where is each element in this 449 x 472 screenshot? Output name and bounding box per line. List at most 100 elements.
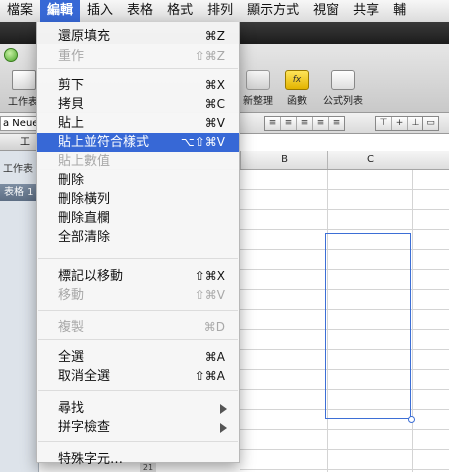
menu-item-label: 拼字檢查 <box>58 420 111 435</box>
menu-item-copy[interactable]: 拷貝 ⌘C <box>37 95 239 114</box>
menubar-item[interactable]: 視窗 <box>306 0 346 22</box>
vertical-alignment-buttons[interactable]: ⊤ + ⊥ <box>375 116 424 131</box>
sort-icon <box>246 70 270 90</box>
menu-item-move: 移動 ⇧⌘V <box>37 286 239 305</box>
menubar-item[interactable]: 輔 <box>386 0 413 22</box>
menu-item-shortcut: ⇧⌘X <box>194 269 225 283</box>
menu-item-paste-match-style[interactable]: 貼上並符合樣式 ⌥⇧⌘V <box>37 133 239 152</box>
selected-cell-range[interactable] <box>325 233 411 419</box>
menu-item-label: 刪除橫列 <box>58 192 111 207</box>
menu-item-label: 貼上 <box>58 116 85 131</box>
menu-item-label: 複製 <box>58 320 85 335</box>
menu-item-duplicate: 複製 ⌘D <box>37 318 239 337</box>
menu-bar: 檔案 編輯 插入 表格 格式 排列 顯示方式 視窗 共享輔 <box>0 0 449 23</box>
sidebar-sheet-item[interactable]: 工作表 <box>3 160 33 175</box>
submenu-arrow-icon <box>220 423 227 433</box>
menu-item-label: 標記以移動 <box>58 269 124 284</box>
align-left-icon[interactable]: ≡ <box>265 117 281 130</box>
column-header-c[interactable]: C <box>327 151 413 169</box>
menu-item-label: 尋找 <box>58 401 85 416</box>
wrap-text-button[interactable]: ▭ <box>422 116 439 131</box>
menu-separator <box>38 310 238 311</box>
menu-item-mark-for-move[interactable]: 標記以移動 ⇧⌘X <box>37 267 239 286</box>
align-auto-icon[interactable]: ≡ <box>329 117 344 130</box>
menu-item-shortcut: ⇧⌘A <box>194 369 225 383</box>
menubar-item[interactable]: 共享 <box>346 0 386 22</box>
menu-item-label: 全部清除 <box>58 230 111 245</box>
sheet-button-label[interactable]: 工作表 <box>8 93 38 108</box>
menu-item-shortcut: ⌥⇧⌘V <box>180 135 225 149</box>
menu-item-shortcut: ⌘V <box>204 116 225 130</box>
font-name-field[interactable]: a Neue <box>0 116 38 131</box>
menu-item-label: 特殊字元… <box>58 452 124 467</box>
alignment-buttons[interactable]: ≡ ≡ ≡ ≡ ≡ <box>264 116 345 131</box>
menu-item-shortcut: ⌘C <box>204 97 225 111</box>
menubar-item[interactable]: 檔案 <box>0 0 40 22</box>
menubar-item[interactable]: 插入 <box>80 0 120 22</box>
menu-item-shortcut: ⇧⌘V <box>194 288 225 302</box>
menu-item-delete-row[interactable]: 刪除橫列 <box>37 190 239 209</box>
menu-separator <box>38 68 238 69</box>
zoom-window-button[interactable] <box>4 48 18 62</box>
menu-item-label: 貼上數值 <box>58 154 111 169</box>
menu-item-label: 還原填充 <box>58 29 111 44</box>
menu-item-special-characters[interactable]: 特殊字元… <box>37 450 239 469</box>
menubar-item[interactable]: 顯示方式 <box>240 0 306 22</box>
fill-handle[interactable] <box>408 416 415 423</box>
column-header-b[interactable]: B <box>240 151 328 169</box>
menu-separator <box>38 258 238 259</box>
menu-item-shortcut: ⌘A <box>204 350 225 364</box>
menu-item-shortcut: ⌘Z <box>204 29 225 43</box>
align-right-icon[interactable]: ≡ <box>297 117 313 130</box>
menu-item-clear-all[interactable]: 全部清除 <box>37 228 239 247</box>
menu-item-label: 全選 <box>58 350 85 365</box>
function-button-label: 函數 <box>287 96 307 107</box>
submenu-arrow-icon <box>220 404 227 414</box>
menu-separator <box>38 390 238 391</box>
menu-item-label: 重作 <box>58 49 85 64</box>
menu-item-select-all[interactable]: 全選 ⌘A <box>37 348 239 367</box>
grid-column-line <box>412 170 413 472</box>
menu-item-redo: 重作 ⇧⌘Z <box>37 47 239 66</box>
menubar-item[interactable]: 編輯 <box>40 0 81 22</box>
formula-list-label: 公式列表 <box>323 96 363 107</box>
function-icon: fx <box>285 70 309 90</box>
menu-item-label: 取消全選 <box>58 369 111 384</box>
align-center-icon[interactable]: ≡ <box>281 117 297 130</box>
formula-list-icon <box>331 70 355 90</box>
menu-item-shortcut: ⌘D <box>203 320 225 334</box>
align-justify-icon[interactable]: ≡ <box>313 117 329 130</box>
menu-item-paste[interactable]: 貼上 ⌘V <box>37 114 239 133</box>
align-bottom-icon[interactable]: ⊥ <box>408 117 423 130</box>
menu-item-label: 拷貝 <box>58 97 85 112</box>
menu-item-label: 移動 <box>58 288 85 303</box>
menu-item-delete-column[interactable]: 刪除直欄 <box>37 209 239 228</box>
menu-item-undo-fill[interactable]: 還原填充 ⌘Z <box>37 27 239 46</box>
menu-item-cut[interactable]: 剪下 ⌘X <box>37 76 239 95</box>
menu-item-find[interactable]: 尋找 <box>37 399 239 418</box>
menu-item-spelling[interactable]: 拼字檢查 <box>37 418 239 437</box>
menu-separator <box>38 441 238 442</box>
menu-item-deselect-all[interactable]: 取消全選 ⇧⌘A <box>37 367 239 386</box>
menu-item-label: 剪下 <box>58 78 85 93</box>
menubar-item[interactable]: 排列 <box>200 0 240 22</box>
menu-item-label: 貼上並符合樣式 <box>58 135 150 150</box>
menu-item-shortcut: ⇧⌘Z <box>194 49 225 63</box>
add-sheet-icon[interactable] <box>12 70 36 90</box>
menu-item-shortcut: ⌘X <box>204 78 225 92</box>
menu-item-delete[interactable]: 刪除 <box>37 171 239 190</box>
formula-list-button[interactable]: 公式列表 <box>318 70 368 107</box>
menu-item-paste-values: 貼上數值 <box>37 152 239 171</box>
function-button[interactable]: fx 函數 <box>282 70 312 107</box>
wrap-text-icon[interactable]: ▭ <box>423 117 438 130</box>
align-middle-icon[interactable]: + <box>392 117 408 130</box>
align-top-icon[interactable]: ⊤ <box>376 117 392 130</box>
menu-item-label: 刪除直欄 <box>58 211 111 226</box>
menubar-item[interactable]: 格式 <box>160 0 200 22</box>
sort-filter-button[interactable]: 新整理 <box>243 70 273 107</box>
sidebar-table-item[interactable]: 表格 1 <box>0 184 38 201</box>
menubar-item[interactable]: 表格 <box>120 0 160 22</box>
menu-item-label: 刪除 <box>58 173 85 188</box>
sheet-tab[interactable]: 工作 <box>0 134 38 151</box>
edit-menu-dropdown: 還原填充 ⌘Z 重作 ⇧⌘Z 剪下 ⌘X 拷貝 ⌘C 貼上 ⌘V 貼上並符合樣式 ⌥⇧⌘V 貼上數值刪除… <box>36 22 240 467</box>
